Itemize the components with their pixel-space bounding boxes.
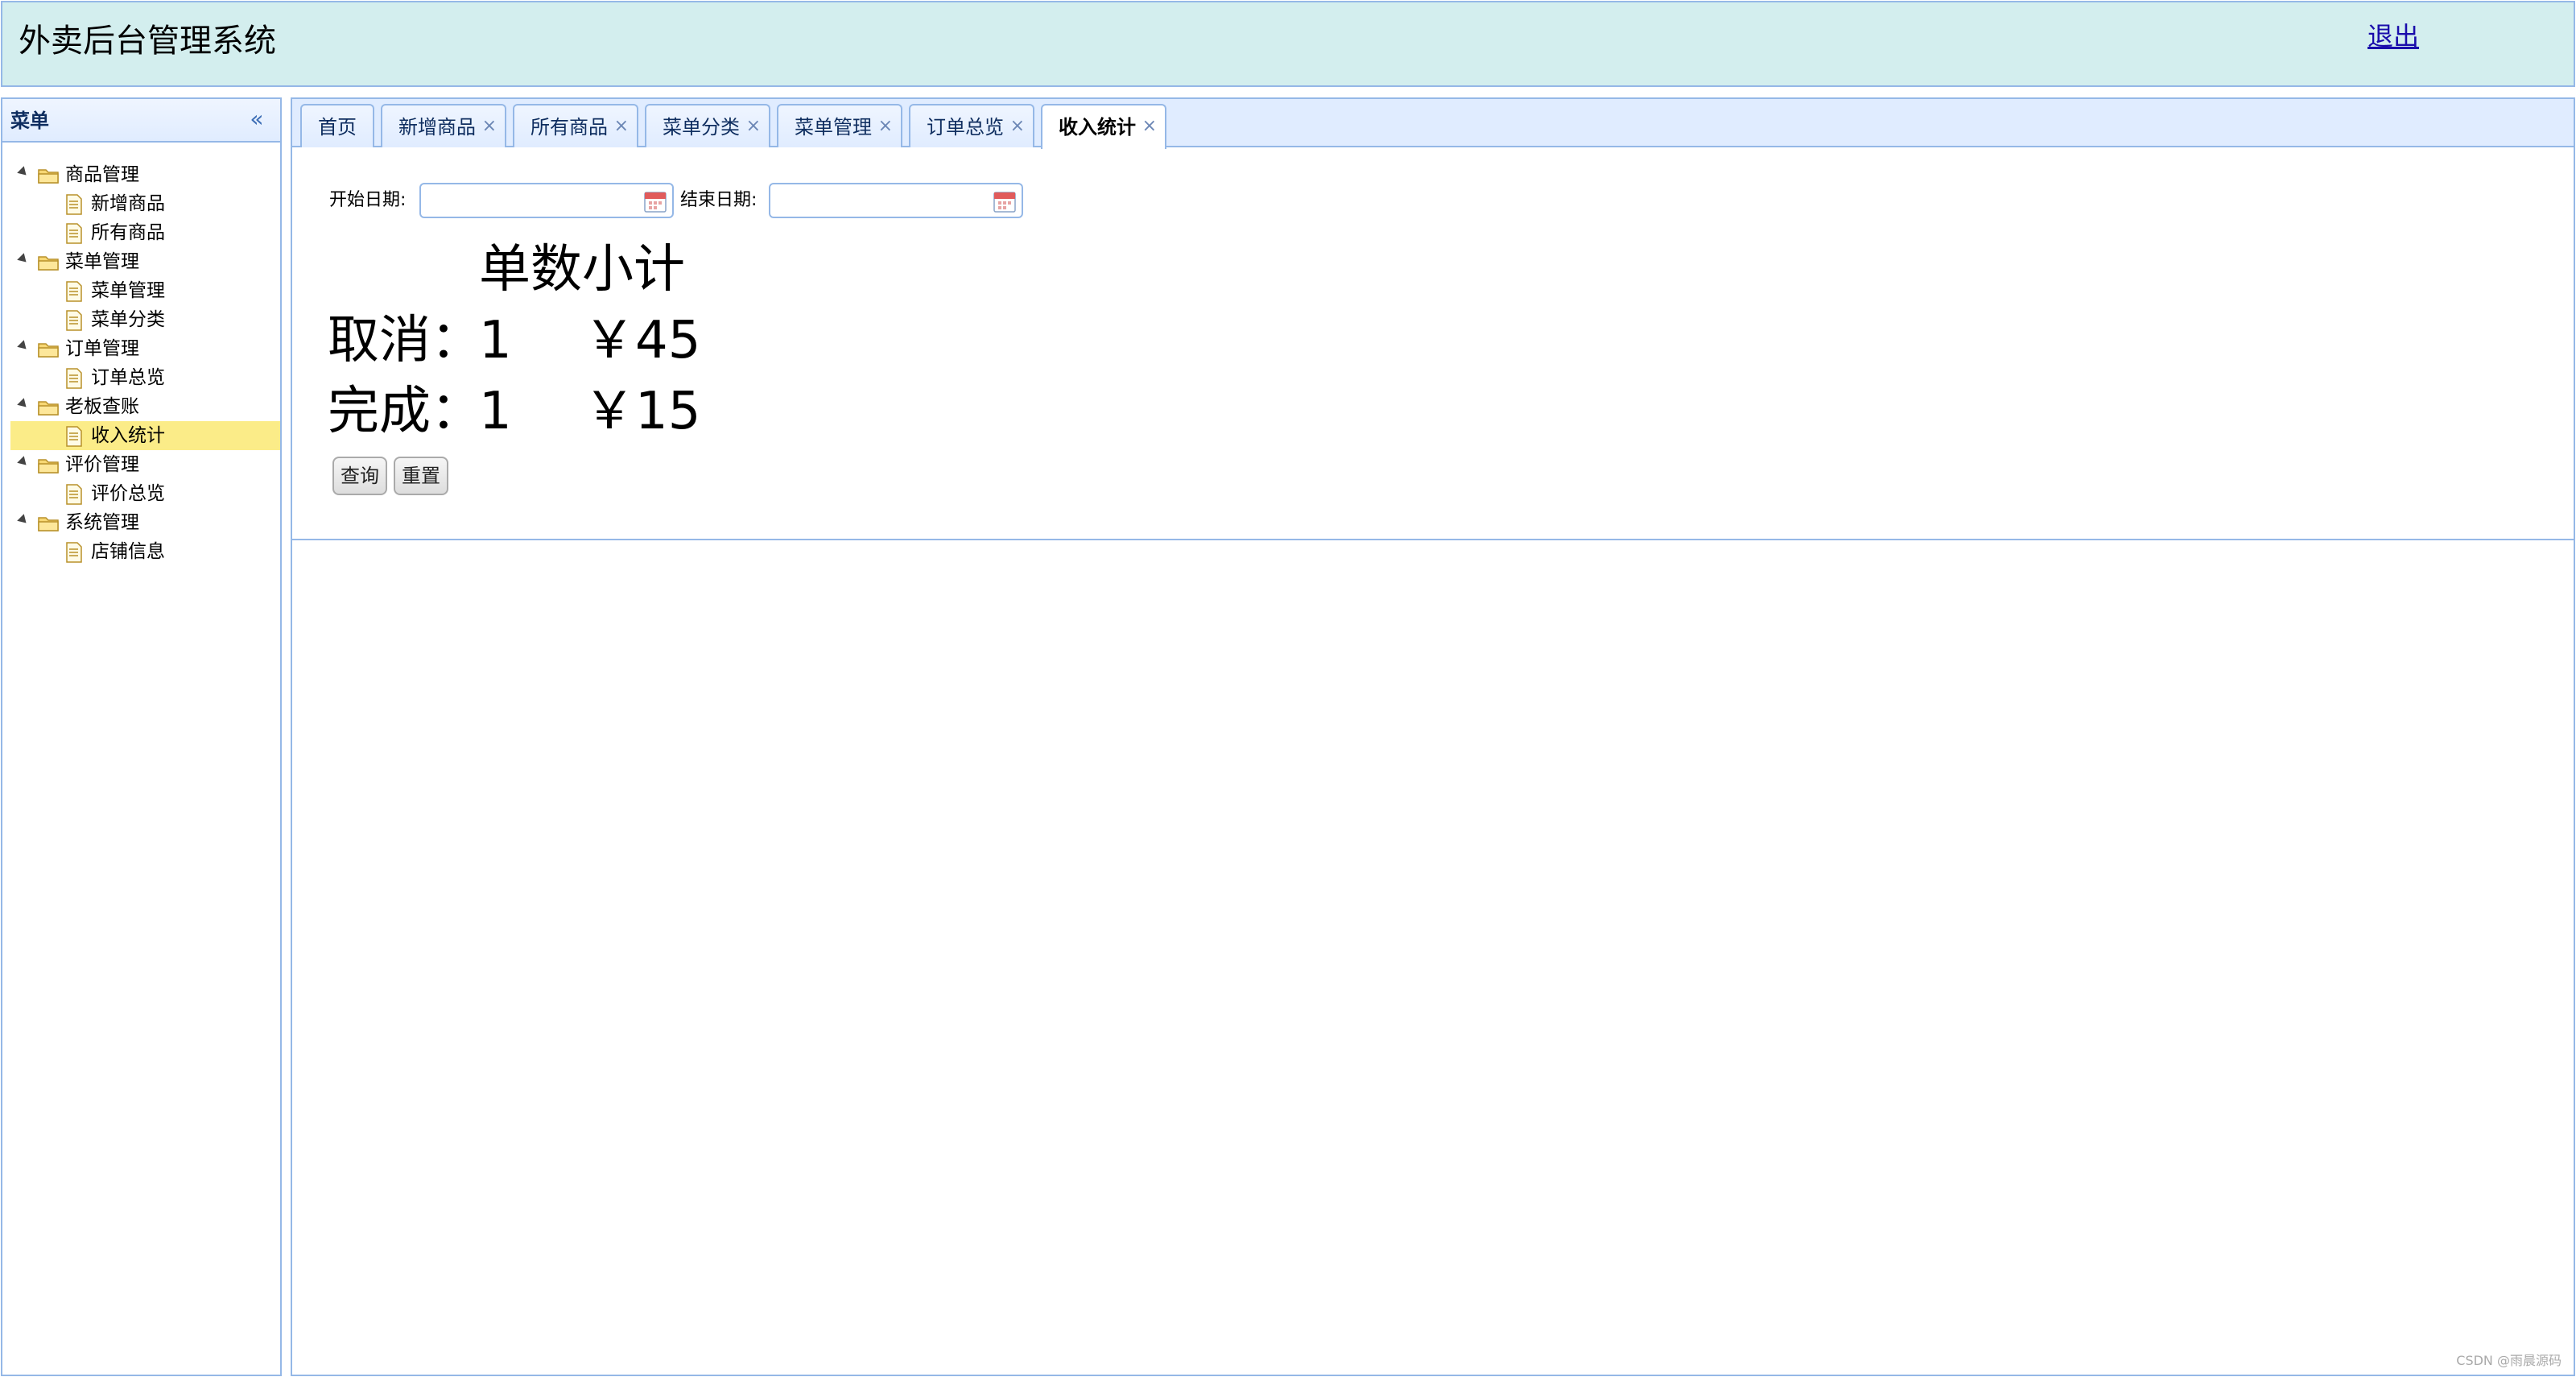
tab-label: 首页 <box>318 116 357 139</box>
expand-arrow-icon[interactable] <box>17 340 30 353</box>
file-icon <box>66 484 82 505</box>
income-stats-content: 开始日期: 结束日期: 单数小计 取消： 1 ￥45 完成： 1 ￥15 查询 … <box>292 149 2574 540</box>
tab-label: 所有商品 <box>530 116 608 139</box>
tab-label: 菜单管理 <box>795 116 872 139</box>
expand-arrow-icon[interactable] <box>17 456 30 469</box>
double-chevron-left-icon[interactable]: « <box>245 107 269 131</box>
folder-open-icon <box>38 169 59 184</box>
stats-header: 单数小计 <box>479 240 685 300</box>
folder-open-icon <box>38 459 59 473</box>
tree-group-label: 订单管理 <box>65 338 139 359</box>
tab-order-overview[interactable]: 订单总览 × <box>909 104 1034 147</box>
tree-item-label: 菜单分类 <box>91 309 165 330</box>
tree-item-income-stats[interactable]: 收入统计 <box>10 421 280 450</box>
folder-open-icon <box>38 517 59 531</box>
tab-label: 新增商品 <box>398 116 476 139</box>
watermark: CSDN @雨晨源码 <box>2456 1353 2562 1368</box>
file-icon <box>66 426 82 447</box>
tree-group-accounts[interactable]: 老板查账 <box>10 392 280 421</box>
tree-item-label: 订单总览 <box>91 367 165 388</box>
tree-group-menu[interactable]: 菜单管理 <box>10 247 280 276</box>
calendar-icon[interactable] <box>643 189 667 213</box>
tree-item-label: 评价总览 <box>91 483 165 504</box>
close-icon[interactable]: × <box>878 115 893 138</box>
folder-open-icon <box>38 256 59 271</box>
close-icon[interactable]: × <box>1142 115 1157 138</box>
stats-cancel-count: 1 <box>479 311 512 370</box>
file-icon <box>66 223 82 244</box>
close-icon[interactable]: × <box>1010 115 1025 138</box>
file-icon <box>66 310 82 331</box>
stats-cancel-amount: ￥45 <box>584 311 701 370</box>
tree-group-reviews[interactable]: 评价管理 <box>10 450 280 479</box>
folder-open-icon <box>38 343 59 358</box>
tree-item-menu-category[interactable]: 菜单分类 <box>10 305 280 334</box>
tree-group-label: 评价管理 <box>65 454 139 475</box>
tab-label: 订单总览 <box>927 116 1004 139</box>
end-date-input[interactable] <box>774 188 983 213</box>
tree-item-shop-info[interactable]: 店铺信息 <box>10 537 280 566</box>
start-date-field[interactable] <box>419 183 674 218</box>
expand-arrow-icon[interactable] <box>17 166 30 179</box>
tab-label: 收入统计 <box>1059 116 1136 139</box>
menu-panel: 菜单 « 商品管理 新增商品 所有商品 菜单管理 菜单管理 菜单分类 订单管理 … <box>1 97 282 1376</box>
tree-item-order-overview[interactable]: 订单总览 <box>10 363 280 392</box>
menu-panel-header: 菜单 « <box>2 99 280 143</box>
end-date-label: 结束日期: <box>680 190 758 210</box>
stats-cancel-label: 取消： <box>328 311 482 370</box>
menu-tree: 商品管理 新增商品 所有商品 菜单管理 菜单管理 菜单分类 订单管理 订单总览 … <box>10 160 280 566</box>
tab-home[interactable]: 首页 <box>300 104 374 147</box>
file-icon <box>66 194 82 215</box>
reset-button[interactable]: 重置 <box>394 457 448 495</box>
content-panel: 首页 新增商品 × 所有商品 × 菜单分类 × 菜单管理 × 订单总览 × 收入… <box>291 97 2575 1376</box>
stats-done-amount: ￥15 <box>584 382 701 441</box>
tree-item-label: 店铺信息 <box>91 541 165 562</box>
tab-bar: 首页 新增商品 × 所有商品 × 菜单分类 × 菜单管理 × 订单总览 × 收入… <box>292 99 2574 149</box>
tree-item-add-goods[interactable]: 新增商品 <box>10 189 280 218</box>
expand-arrow-icon[interactable] <box>17 514 30 527</box>
query-button[interactable]: 查询 <box>332 457 387 495</box>
close-icon[interactable]: × <box>746 115 761 138</box>
tab-income-stats[interactable]: 收入统计 × <box>1041 104 1166 149</box>
start-date-input[interactable] <box>424 188 634 213</box>
tree-item-review-overview[interactable]: 评价总览 <box>10 479 280 508</box>
file-icon <box>66 281 82 302</box>
tree-item-menu-manage[interactable]: 菜单管理 <box>10 276 280 305</box>
tree-group-system[interactable]: 系统管理 <box>10 508 280 537</box>
tree-item-label: 菜单管理 <box>91 280 165 301</box>
file-icon <box>66 542 82 563</box>
expand-arrow-icon[interactable] <box>17 253 30 266</box>
menu-title: 菜单 <box>10 110 49 132</box>
folder-open-icon <box>38 401 59 416</box>
tab-menu-manage[interactable]: 菜单管理 × <box>777 104 902 147</box>
tab-menu-category[interactable]: 菜单分类 × <box>645 104 770 147</box>
tree-item-label: 收入统计 <box>91 425 165 446</box>
calendar-icon[interactable] <box>993 189 1017 213</box>
start-date-label: 开始日期: <box>329 190 407 210</box>
tree-group-goods[interactable]: 商品管理 <box>10 160 280 189</box>
tree-group-label: 系统管理 <box>65 512 139 533</box>
tab-add-goods[interactable]: 新增商品 × <box>381 104 506 147</box>
stats-done-label: 完成： <box>328 382 482 441</box>
close-icon[interactable]: × <box>614 115 629 138</box>
app-header: 外卖后台管理系统 退出 <box>1 1 2575 87</box>
close-icon[interactable]: × <box>482 115 497 138</box>
tree-group-label: 菜单管理 <box>65 251 139 272</box>
tree-group-label: 商品管理 <box>65 164 139 185</box>
logout-link[interactable]: 退出 <box>2368 19 2419 54</box>
tree-group-label: 老板查账 <box>65 396 139 417</box>
tree-group-orders[interactable]: 订单管理 <box>10 334 280 363</box>
file-icon <box>66 368 82 389</box>
tree-item-label: 新增商品 <box>91 193 165 214</box>
tab-all-goods[interactable]: 所有商品 × <box>513 104 638 147</box>
expand-arrow-icon[interactable] <box>17 398 30 411</box>
tab-label: 菜单分类 <box>663 116 740 139</box>
end-date-field[interactable] <box>769 183 1023 218</box>
stats-done-count: 1 <box>479 382 512 441</box>
app-title: 外卖后台管理系统 <box>19 23 276 60</box>
tree-item-all-goods[interactable]: 所有商品 <box>10 218 280 247</box>
tree-item-label: 所有商品 <box>91 222 165 243</box>
